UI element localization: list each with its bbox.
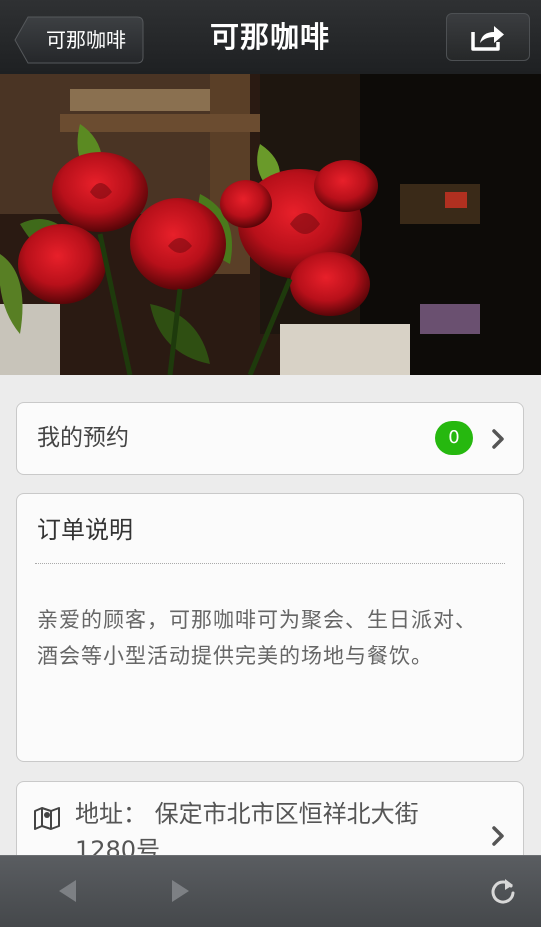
page-title: 可那咖啡 (209, 20, 330, 54)
order-description-text: 亲爱的顾客，可那咖啡可为聚会、生日派对、酒会等小型活动提供完美的场地与餐饮。 (37, 608, 477, 668)
divider (35, 563, 505, 564)
arrow-left-icon (59, 880, 76, 902)
share-button[interactable] (446, 13, 530, 61)
back-button-label: 可那咖啡 (46, 28, 126, 52)
browser-back-button[interactable] (50, 874, 84, 908)
appointment-count-badge: 0 (435, 421, 473, 455)
chevron-right-icon (492, 429, 504, 449)
refresh-button[interactable] (486, 874, 520, 908)
order-description-title: 订单说明 (37, 516, 133, 544)
banner-image (0, 74, 541, 375)
bottom-toolbar (0, 855, 541, 927)
top-navigation-bar: 可那咖啡 可那咖啡 (0, 0, 541, 75)
roses-photo (0, 74, 541, 375)
my-appointment-row[interactable]: 我的预约 0 (16, 402, 524, 475)
arrow-right-icon (172, 880, 189, 902)
back-button[interactable]: 可那咖啡 (14, 16, 144, 64)
map-icon (34, 807, 60, 830)
share-icon (471, 26, 504, 51)
order-description-card: 订单说明 亲爱的顾客，可那咖啡可为聚会、生日派对、酒会等小型活动提供完美的场地与… (16, 493, 524, 762)
chevron-right-icon (492, 826, 504, 846)
refresh-icon (491, 879, 515, 904)
my-appointment-label: 我的预约 (37, 425, 129, 451)
browser-forward-button[interactable] (164, 874, 198, 908)
